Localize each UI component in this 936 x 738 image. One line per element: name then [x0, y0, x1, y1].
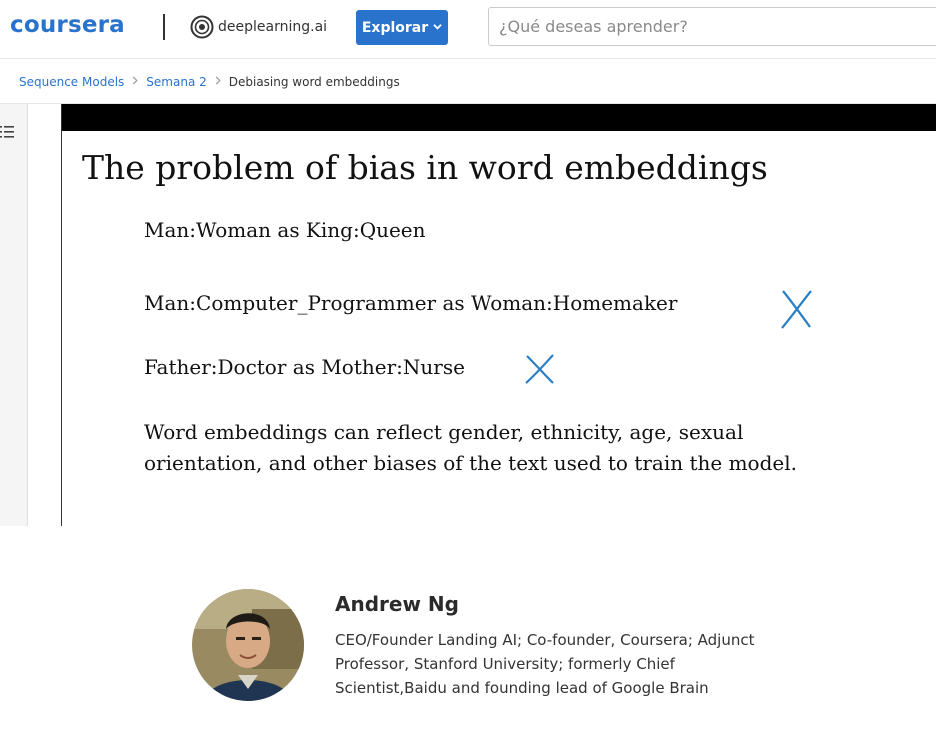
instructor-name[interactable]: Andrew Ng — [335, 592, 459, 616]
deeplearning-logo-icon — [190, 15, 214, 39]
slide-analogy-3: Father:Doctor as Mother:Nurse — [144, 355, 465, 379]
explore-label: Explorar — [361, 19, 429, 36]
slide-title: The problem of bias in word embeddings — [82, 148, 768, 187]
slide-analogy-1: Man:Woman as King:Queen — [144, 218, 426, 242]
top-header: coursera deeplearning.ai Explorar — [0, 0, 936, 59]
breadcrumb-course-link[interactable]: Sequence Models — [19, 75, 124, 89]
video-player[interactable]: The problem of bias in word embeddings M… — [61, 104, 936, 526]
x-mark-icon — [781, 290, 812, 329]
breadcrumb-current: Debiasing word embeddings — [228, 75, 400, 89]
instructor-bio: CEO/Founder Landing AI; Co-founder, Cour… — [335, 631, 755, 697]
deeplearning-logo[interactable]: deeplearning.ai — [190, 14, 327, 40]
explore-button[interactable]: Explorar — [356, 10, 448, 45]
breadcrumb: Sequence Models Semana 2 Debiasing word … — [19, 74, 400, 90]
search-input[interactable] — [488, 7, 936, 46]
chevron-down-icon — [433, 22, 442, 34]
chevron-right-icon — [215, 76, 221, 88]
slide-paragraph: Word embeddings can reflect gender, ethn… — [144, 420, 797, 475]
coursera-logo[interactable]: coursera — [10, 12, 125, 38]
breadcrumb-week-link[interactable]: Semana 2 — [146, 75, 206, 89]
video-margin — [28, 104, 62, 526]
list-icon[interactable] — [0, 124, 16, 140]
video-top-bar — [62, 104, 936, 131]
logo-divider — [163, 14, 165, 40]
chevron-right-icon — [132, 76, 138, 88]
slide-analogy-2: Man:Computer_Programmer as Woman:Homemak… — [144, 291, 678, 315]
partner-name: deeplearning.ai — [218, 19, 328, 35]
course-outline-rail — [0, 104, 28, 526]
x-mark-icon — [525, 354, 554, 384]
avatar — [192, 589, 304, 701]
